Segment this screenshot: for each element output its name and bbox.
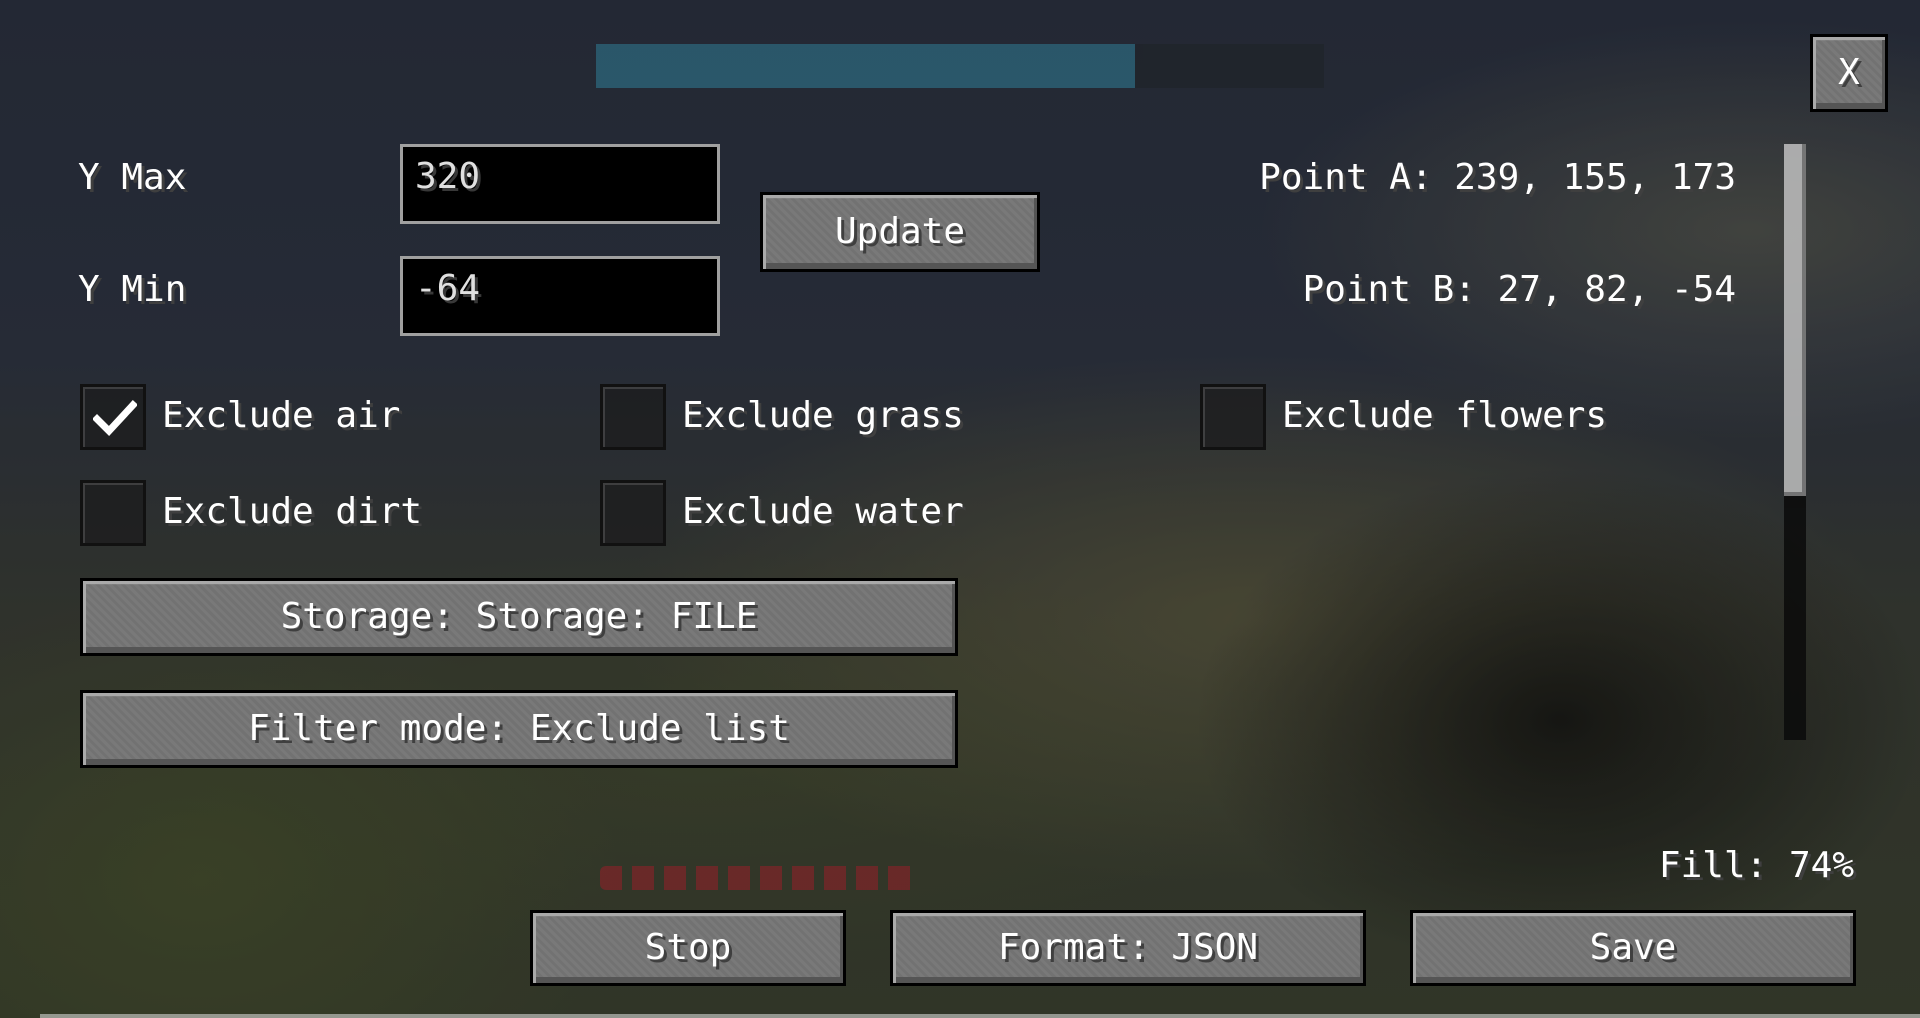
y-max-label: Y Max [78,157,187,198]
stop-button[interactable]: Stop [530,910,846,986]
scrollbar-thumb[interactable] [1784,144,1806,496]
exclude-flowers-checkbox[interactable] [1200,384,1266,450]
save-button[interactable]: Save [1410,910,1856,986]
y-min-input[interactable]: -64 [400,256,720,336]
exclude-grass-checkbox[interactable] [600,384,666,450]
exclude-dirt-checkbox[interactable] [80,480,146,546]
format-button[interactable]: Format: JSON [890,910,1366,986]
y-min-label: Y Min [78,269,187,310]
hud-progress-bar [596,44,1324,88]
hud-health-hearts [600,866,920,890]
fill-percentage: Fill: 74% [1658,845,1854,886]
exclude-dirt-label: Exclude dirt [162,491,423,532]
filter-mode-button[interactable]: Filter mode: Exclude list [80,690,958,768]
y-min-value: -64 [415,268,481,309]
storage-button[interactable]: Storage: Storage: FILE [80,578,958,656]
exclude-air-checkbox[interactable] [80,384,146,450]
exclude-water-checkbox[interactable] [600,480,666,546]
point-b-text: Point B: 27, 82, -54 [1302,269,1736,310]
y-max-value: 320 [415,156,481,197]
bottom-edge-divider [40,1014,1920,1018]
checkmark-icon [93,400,137,437]
hud-progress-fill [596,44,1135,88]
exclude-air-label: Exclude air [162,395,401,436]
update-button[interactable]: Update [760,192,1040,272]
exclude-grass-label: Exclude grass [682,395,964,436]
y-max-input[interactable]: 320 [400,144,720,224]
close-icon: X [1838,52,1860,93]
exclude-water-label: Exclude water [682,491,964,532]
exclude-flowers-label: Exclude flowers [1282,395,1608,436]
point-a-text: Point A: 239, 155, 173 [1259,157,1736,198]
scrollbar-track[interactable] [1784,144,1806,740]
close-button[interactable]: X [1810,34,1888,112]
